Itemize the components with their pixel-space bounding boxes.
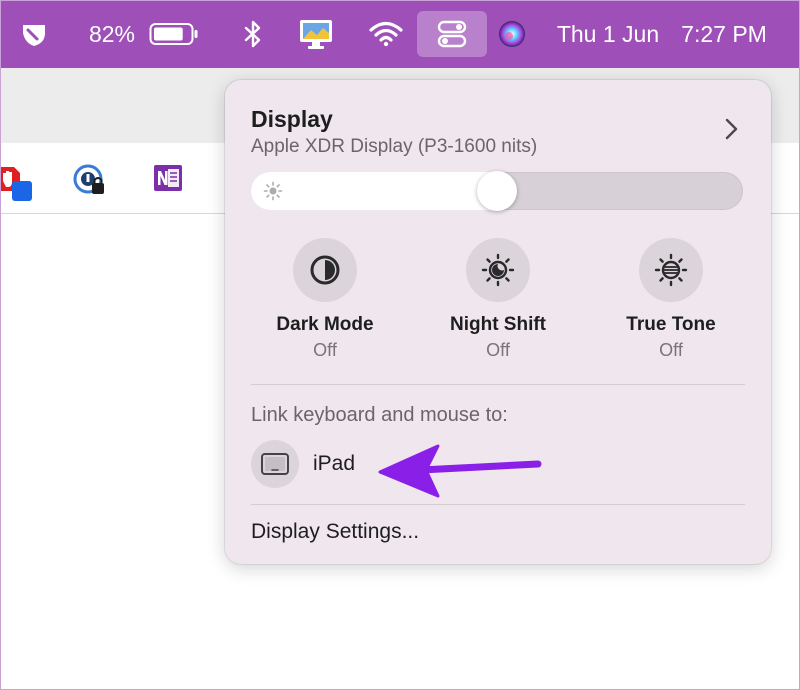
app-menu-icon[interactable]	[14, 0, 54, 68]
divider	[251, 384, 745, 385]
display-app-icon[interactable]	[294, 0, 338, 68]
device-label: iPad	[313, 452, 356, 475]
brightness-fill	[251, 172, 497, 210]
ipad-icon	[251, 440, 299, 488]
link-keyboard-title: Link keyboard and mouse to:	[251, 404, 508, 426]
tile-night-shift[interactable]: Night Shift Off	[423, 238, 573, 361]
panel-title: Display	[251, 106, 333, 132]
menubar-time[interactable]: 7:27 PM	[674, 0, 774, 68]
onenote-icon[interactable]	[152, 162, 184, 194]
divider	[251, 504, 745, 505]
battery-icon[interactable]	[148, 0, 200, 68]
annotation-arrow-icon	[378, 444, 542, 498]
dark-mode-icon[interactable]	[293, 238, 357, 302]
chevron-right-icon[interactable]	[721, 116, 743, 142]
tile-dark-mode[interactable]: Dark Mode Off	[250, 238, 400, 361]
panel-subtitle: Apple XDR Display (P3-1600 nits)	[251, 136, 538, 157]
password-manager-icon[interactable]	[72, 163, 106, 197]
night-shift-icon[interactable]	[466, 238, 530, 302]
control-center-icon[interactable]	[417, 11, 487, 57]
tile-true-tone[interactable]: True Tone Off	[596, 238, 746, 361]
menu-bar: 82% Thu 1 Jun 7:27 PM	[0, 0, 800, 68]
battery-percent: 82%	[88, 20, 136, 47]
brightness-slider-knob[interactable]	[477, 171, 517, 211]
menubar-date[interactable]: Thu 1 Jun	[552, 0, 664, 68]
bluetooth-icon[interactable]	[236, 0, 270, 68]
true-tone-icon[interactable]	[639, 238, 703, 302]
brightness-sun-icon	[263, 181, 283, 201]
display-settings-link[interactable]: Display Settings...	[251, 520, 419, 544]
wifi-icon[interactable]	[366, 0, 406, 68]
siri-icon[interactable]	[494, 0, 530, 68]
adblock-icon[interactable]	[0, 165, 34, 203]
